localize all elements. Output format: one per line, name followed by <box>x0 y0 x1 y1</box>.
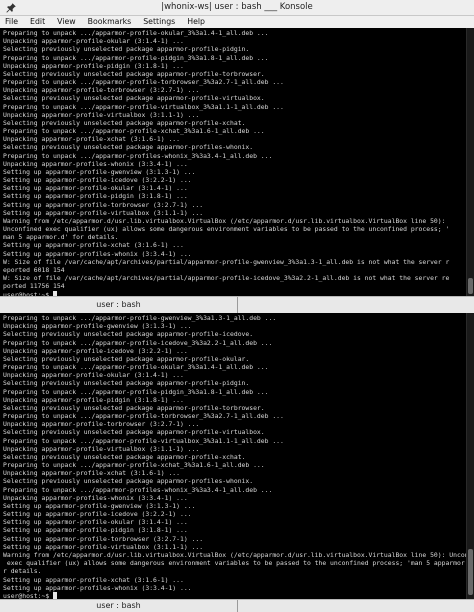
terminal-line: Selecting previously unselected package … <box>3 45 250 54</box>
terminal-pane-top[interactable]: Preparing to unpack .../apparmor-profile… <box>0 28 466 296</box>
menu-bookmarks[interactable]: Bookmarks <box>88 16 132 28</box>
text-cursor-bottom <box>53 591 58 599</box>
window-titlebar[interactable]: |whonix-ws| user : bash ___ Konsole <box>0 0 474 16</box>
terminal-line: Setting up apparmor-profile-pidgin (3:1.… <box>3 526 188 535</box>
terminal-line: Preparing to unpack .../apparmor-profile… <box>3 29 269 37</box>
terminal-line: Unpacking apparmor-profiles-whonix (3:3.… <box>3 493 188 502</box>
terminal-line: Setting up apparmor-profile-virtualbox (… <box>3 208 204 217</box>
terminal-line: Preparing to unpack .../apparmor-profile… <box>3 151 273 160</box>
terminal-line: Selecting previously unselected package … <box>3 354 250 363</box>
terminal-line: Warning from /etc/apparmor.d/usr.lib.vir… <box>3 216 450 225</box>
terminal-line: Unpacking apparmor-profile-torbrowser (3… <box>3 86 200 95</box>
terminal-line: Selecting previously unselected package … <box>3 452 246 461</box>
terminal-line: Selecting previously unselected package … <box>3 403 265 412</box>
terminal-line: Selecting previously unselected package … <box>3 69 265 78</box>
terminal-line: Preparing to unpack .../apparmor-profile… <box>3 363 269 372</box>
terminal-line: Preparing to unpack .../apparmor-profile… <box>3 338 273 347</box>
menu-settings[interactable]: Settings <box>143 16 175 28</box>
menu-edit[interactable]: Edit <box>30 16 45 28</box>
terminal-line: Selecting previously unselected package … <box>3 379 250 388</box>
terminal-line: Unpacking apparmor-profile-torbrowser (3… <box>3 420 200 429</box>
terminal-line: Preparing to unpack .../apparmor-profile… <box>3 53 269 62</box>
terminal-line: Selecting previously unselected package … <box>3 330 254 339</box>
terminal-line: r details. <box>3 567 42 576</box>
menu-help[interactable]: Help <box>187 16 205 28</box>
terminal-line: Unpacking apparmor-profile-virtualbox (3… <box>3 110 200 119</box>
terminal-line: Unpacking apparmor-profile-virtualbox (3… <box>3 444 200 453</box>
menu-view[interactable]: View <box>57 16 76 28</box>
terminal-line: eported 6018 154 <box>3 265 65 274</box>
terminal-line: Unconfined exec qualifier (ux) allows so… <box>3 225 450 234</box>
terminal-output-top[interactable]: Preparing to unpack .../apparmor-profile… <box>0 28 466 296</box>
terminal-line: Setting up apparmor-profile-gwenview (3:… <box>3 501 196 510</box>
window-title: |whonix-ws| user : bash ___ Konsole <box>161 2 313 12</box>
terminal-line: Selecting previously unselected package … <box>3 428 265 437</box>
terminal-line: Selecting previously unselected package … <box>3 118 246 127</box>
scrollbar-thumb-top[interactable] <box>468 278 473 294</box>
terminal-line: Unpacking apparmor-profile-pidgin (3:1.8… <box>3 61 184 70</box>
terminal-line: Setting up apparmor-profile-xchat (3:1.6… <box>3 575 184 584</box>
terminal-line: man 5 apparmor.d' for details. <box>3 233 119 242</box>
terminal-line: Selecting previously unselected package … <box>3 477 254 486</box>
terminal-line: Preparing to unpack .../apparmor-profile… <box>3 78 284 87</box>
terminal-line: Setting up apparmor-profiles-whonix (3:3… <box>3 583 192 592</box>
terminal-line: Preparing to unpack .../apparmor-profile… <box>3 127 265 136</box>
terminal-line: Setting up apparmor-profile-torbrowser (… <box>3 200 204 209</box>
terminal-line: Setting up apparmor-profile-pidgin (3:1.… <box>3 192 188 201</box>
terminal-line: ported 11756 154 <box>3 282 65 291</box>
terminal-output-bottom[interactable]: Preparing to unpack .../apparmor-profile… <box>0 313 466 599</box>
terminal-line: Setting up apparmor-profile-okular (3:1.… <box>3 184 188 193</box>
terminal-line: Preparing to unpack .../apparmor-profile… <box>3 461 265 470</box>
terminal-line: Unpacking apparmor-profile-okular (3:1.4… <box>3 37 184 46</box>
terminal-line: exec qualifier (ux) allows some dangerou… <box>3 559 465 568</box>
tab-bar-top: user : bash <box>0 296 474 313</box>
terminal-line: Setting up apparmor-profile-virtualbox (… <box>3 542 204 551</box>
terminal-line: Selecting previously unselected package … <box>3 143 254 152</box>
terminal-line: Setting up apparmor-profiles-whonix (3:3… <box>3 249 192 258</box>
terminal-line: Preparing to unpack .../apparmor-profile… <box>3 102 284 111</box>
terminal-line: Setting up apparmor-profile-xchat (3:1.6… <box>3 241 184 250</box>
terminal-line: Preparing to unpack .../apparmor-profile… <box>3 387 269 396</box>
terminal-line: Unpacking apparmor-profile-pidgin (3:1.8… <box>3 395 184 404</box>
terminal-line: Unpacking apparmor-profile-icedove (3:2.… <box>3 346 188 355</box>
terminal-line: W: Size of file /var/cache/apt/archives/… <box>3 274 450 283</box>
terminal-line: Unpacking apparmor-profiles-whonix (3:3.… <box>3 159 188 168</box>
terminal-line: Unpacking apparmor-profile-okular (3:1.4… <box>3 371 184 380</box>
tab-user-bash-top[interactable]: user : bash <box>0 297 238 313</box>
terminal-line: Selecting previously unselected package … <box>3 94 265 103</box>
terminal-line: Setting up apparmor-profile-gwenview (3:… <box>3 167 196 176</box>
terminal-line: Setting up apparmor-profile-icedove (3:2… <box>3 510 192 519</box>
scrollbar-top[interactable] <box>466 28 474 296</box>
tab-user-bash-bottom[interactable]: user : bash <box>0 600 238 612</box>
terminal-pane-bottom[interactable]: Preparing to unpack .../apparmor-profile… <box>0 313 466 599</box>
terminal-line: Preparing to unpack .../apparmor-profile… <box>3 436 284 445</box>
terminal-line: Warning from /etc/apparmor.d/usr.lib.vir… <box>3 550 466 559</box>
terminal-line: Setting up apparmor-profile-torbrowser (… <box>3 534 204 543</box>
terminal-line: Unpacking apparmor-profile-gwenview (3:1… <box>3 322 192 331</box>
terminal-line: Unpacking apparmor-profile-xchat (3:1.6-… <box>3 469 180 478</box>
terminal-line: Preparing to unpack .../apparmor-profile… <box>3 314 277 322</box>
terminal-line: Setting up apparmor-profile-okular (3:1.… <box>3 518 188 527</box>
scrollbar-thumb-bottom[interactable] <box>468 549 473 595</box>
terminal-line: Preparing to unpack .../apparmor-profile… <box>3 485 273 494</box>
menu-bar: File Edit View Bookmarks Settings Help <box>0 16 474 28</box>
terminal-line: Preparing to unpack .../apparmor-profile… <box>3 412 284 421</box>
terminal-prompt-line[interactable]: user@host:~$ <box>3 591 466 599</box>
scrollbar-bottom[interactable] <box>466 313 474 599</box>
menu-file[interactable]: File <box>5 16 18 28</box>
terminal-line: W: Size of file /var/cache/apt/archives/… <box>3 257 450 266</box>
terminal-line: Unpacking apparmor-profile-xchat (3:1.6-… <box>3 135 180 144</box>
shell-prompt: user@host:~$ <box>3 591 54 599</box>
tab-bar-bottom: user : bash <box>0 599 474 612</box>
terminal-line: Setting up apparmor-profile-icedove (3:2… <box>3 176 192 185</box>
